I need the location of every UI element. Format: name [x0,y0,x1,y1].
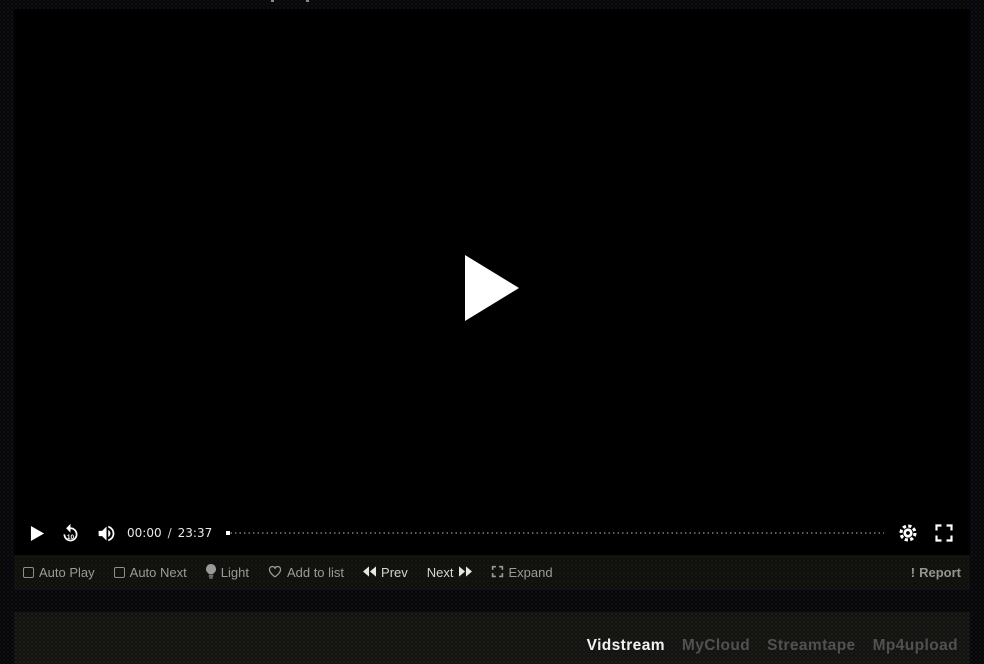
report-button[interactable]: ! Report [911,565,961,580]
watch-page: { "player": { "controls": { "current_tim… [0,0,984,664]
time-separator: / [168,526,172,540]
player-control-bar: 10 00:00 / 23:37 [14,511,970,555]
heart-icon [268,565,282,581]
fullscreen-button[interactable] [934,523,954,543]
next-icon [459,565,472,580]
play-icon [30,525,45,542]
settings-button[interactable] [898,523,918,543]
light-toggle[interactable]: Light [206,564,249,582]
seek-playhead[interactable] [226,531,230,535]
auto-play-label: Auto Play [39,565,95,580]
server-selector: Vidstream MyCloud Streamtape Mp4upload [14,612,970,664]
rewind-10-button[interactable]: 10 [60,523,81,544]
report-label: Report [919,565,961,580]
prev-episode-button[interactable]: Prev [363,565,408,580]
current-time: 00:00 [127,526,162,540]
server-mp4upload[interactable]: Mp4upload [873,637,958,655]
add-to-list-label: Add to list [287,565,344,580]
lightbulb-icon [206,564,216,582]
auto-play-toggle[interactable]: Auto Play [23,565,95,580]
volume-button[interactable] [96,523,117,544]
server-vidstream[interactable]: Vidstream [587,637,665,655]
play-button[interactable] [30,525,45,542]
expand-button[interactable]: Expand [491,565,553,581]
seek-bar[interactable] [226,529,884,537]
expand-icon [491,565,504,581]
expand-label: Expand [509,565,553,580]
server-mycloud[interactable]: MyCloud [682,637,750,655]
gear-icon [898,523,918,543]
auto-next-label: Auto Next [130,565,187,580]
duration: 23:37 [178,526,213,540]
next-episode-button[interactable]: Next [427,565,472,580]
big-play-icon[interactable] [465,255,519,321]
prev-icon [363,565,376,580]
volume-icon [96,523,117,544]
auto-next-toggle[interactable]: Auto Next [114,565,187,580]
add-to-list-button[interactable]: Add to list [268,565,344,581]
prev-label: Prev [381,565,408,580]
server-streamtape[interactable]: Streamtape [767,637,855,655]
seek-track [226,532,884,534]
light-label: Light [221,565,249,580]
auto-play-checkbox-icon [23,567,34,578]
report-icon: ! [911,565,915,580]
next-label: Next [427,565,454,580]
clipped-text-fragment [306,0,309,2]
rewind-10-label: 10 [60,534,81,541]
auto-next-checkbox-icon [114,567,125,578]
clipped-text-fragment [271,0,274,2]
fullscreen-icon [934,523,954,543]
video-player[interactable]: 10 00:00 / 23:37 [14,9,970,555]
player-toolbar: Auto Play Auto Next Light Add to list [14,555,970,590]
time-display: 00:00 / 23:37 [127,526,212,540]
